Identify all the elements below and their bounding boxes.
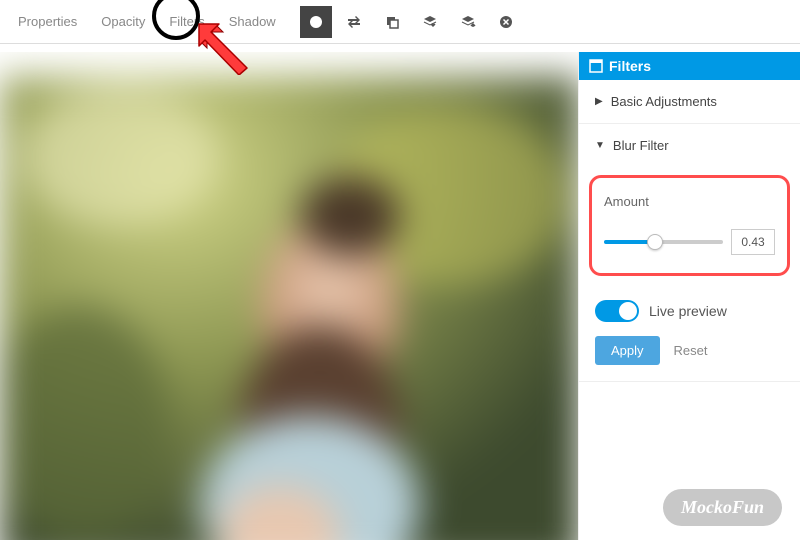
section-label: Basic Adjustments xyxy=(611,94,717,109)
apply-button[interactable]: Apply xyxy=(595,336,660,365)
tab-filters[interactable]: Filters xyxy=(159,6,214,37)
amount-control-highlight: Amount 0.43 xyxy=(589,175,790,276)
copy-icon[interactable] xyxy=(376,6,408,38)
main-area: Filters ▶ Basic Adjustments ▼ Blur Filte… xyxy=(0,52,800,540)
toggle-knob xyxy=(619,302,637,320)
amount-slider[interactable] xyxy=(604,240,723,244)
section-label: Blur Filter xyxy=(613,138,669,153)
live-preview-toggle[interactable] xyxy=(595,300,639,322)
amount-slider-row: 0.43 xyxy=(604,229,775,255)
circle-mask-icon[interactable] xyxy=(300,6,332,38)
delete-icon[interactable] xyxy=(490,6,522,38)
reset-button[interactable]: Reset xyxy=(674,343,708,358)
layer-up-icon[interactable] xyxy=(452,6,484,38)
amount-value-input[interactable]: 0.43 xyxy=(731,229,775,255)
panel-header: Filters xyxy=(579,52,800,80)
canvas[interactable] xyxy=(0,52,578,540)
button-row: Apply Reset xyxy=(595,336,784,365)
blurred-photo xyxy=(0,76,578,540)
top-toolbar: Properties Opacity Filters Shadow xyxy=(0,0,800,44)
swap-icon[interactable] xyxy=(338,6,370,38)
watermark: MockoFun xyxy=(663,489,782,526)
tab-opacity[interactable]: Opacity xyxy=(91,6,155,37)
layer-down-icon[interactable] xyxy=(414,6,446,38)
filters-sidebar: Filters ▶ Basic Adjustments ▼ Blur Filte… xyxy=(578,52,800,540)
tab-shadow[interactable]: Shadow xyxy=(219,6,286,37)
live-preview-label: Live preview xyxy=(649,303,727,319)
tab-properties[interactable]: Properties xyxy=(8,6,87,37)
section-blur-filter[interactable]: ▼ Blur Filter xyxy=(579,124,800,167)
caret-down-icon: ▼ xyxy=(595,140,605,151)
slider-thumb[interactable] xyxy=(647,234,663,250)
live-preview-row: Live preview xyxy=(595,300,784,322)
caret-right-icon: ▶ xyxy=(595,96,603,107)
section-basic-adjustments[interactable]: ▶ Basic Adjustments xyxy=(579,80,800,123)
filter-controls: Live preview Apply Reset xyxy=(579,284,800,381)
amount-label: Amount xyxy=(604,194,775,209)
window-icon xyxy=(589,59,603,73)
panel-title: Filters xyxy=(609,58,651,74)
